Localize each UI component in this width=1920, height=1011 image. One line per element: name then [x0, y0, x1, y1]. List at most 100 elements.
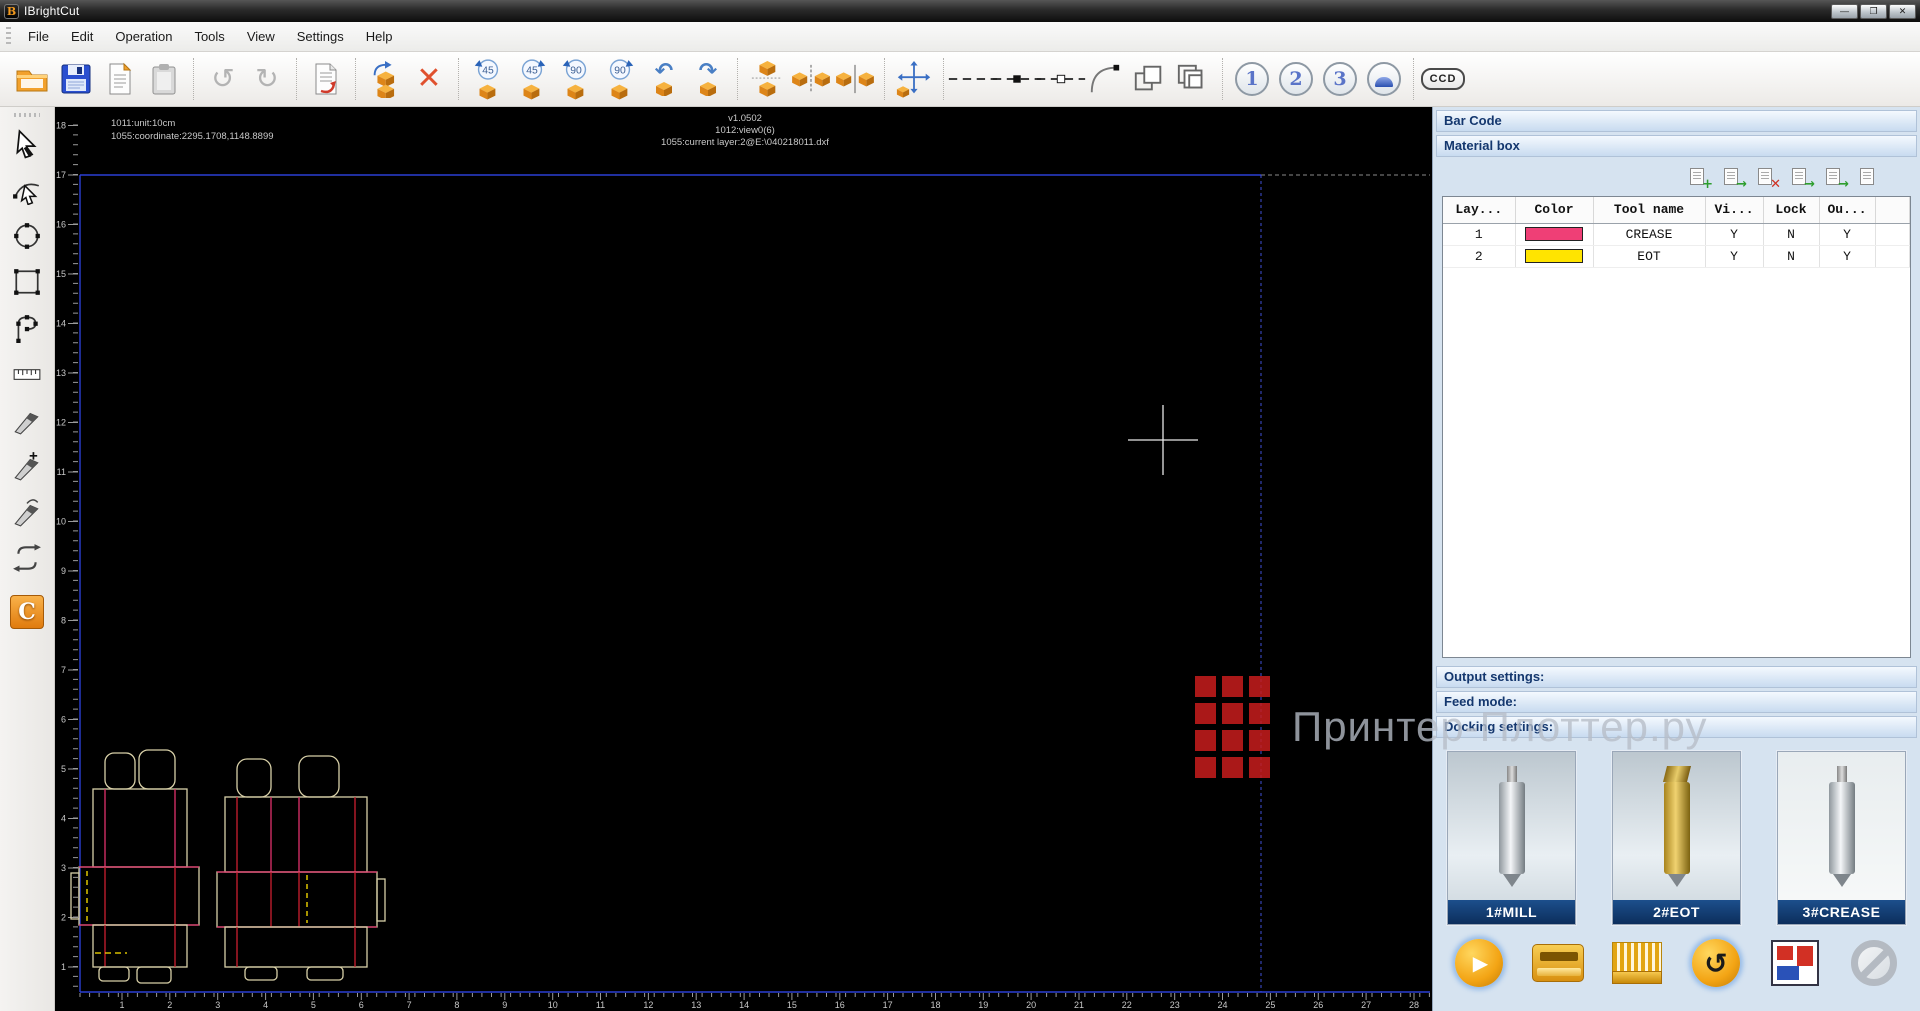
rotate-left-button[interactable]: ↶ [642, 54, 686, 104]
view-2-button[interactable]: 2 [1274, 54, 1318, 104]
rotate-45-cw-button[interactable]: 45 [510, 54, 554, 104]
rotate-90-cw-button[interactable]: 90 [598, 54, 642, 104]
line-style-dash-button[interactable] [951, 54, 995, 104]
lock-cell[interactable]: N [1763, 245, 1819, 267]
move-button[interactable] [892, 54, 936, 104]
copy-button[interactable] [98, 54, 142, 104]
rotate-45-ccw-button[interactable]: 45 [466, 54, 510, 104]
layer-number[interactable]: 2 [1443, 245, 1515, 267]
delete-layer-button[interactable]: ✕ [1758, 168, 1778, 188]
knife-curve-tool[interactable] [7, 492, 47, 532]
column-header[interactable]: Color [1515, 197, 1593, 223]
insert-layer-button[interactable]: → [1724, 168, 1744, 188]
section-feed-mode[interactable]: Feed mode: [1436, 691, 1917, 713]
visible-cell[interactable]: Y [1705, 245, 1763, 267]
rectangle-tool[interactable] [7, 262, 47, 302]
section-docking-settings[interactable]: Docking settings: [1436, 716, 1917, 738]
dieline-template-2[interactable] [217, 756, 385, 980]
menu-view[interactable]: View [236, 24, 286, 49]
measure-tool[interactable] [7, 354, 47, 394]
array-copy-button[interactable] [745, 54, 789, 104]
docking-tool-card[interactable]: 1#MILL [1447, 751, 1576, 925]
maximize-button[interactable]: ❐ [1860, 4, 1887, 19]
section-output-settings[interactable]: Output settings: [1436, 666, 1917, 688]
menu-file[interactable]: File [17, 24, 60, 49]
contour-button[interactable] [1127, 54, 1171, 104]
paste-button[interactable] [142, 54, 186, 104]
ccd-button[interactable]: CCD [1421, 54, 1465, 104]
start-button[interactable]: ▶ [1451, 937, 1507, 989]
sequence-tool[interactable] [7, 538, 47, 578]
menu-operation[interactable]: Operation [104, 24, 183, 49]
delete-button[interactable]: ✕ [407, 54, 451, 104]
menu-edit[interactable]: Edit [60, 24, 104, 49]
add-layer-button[interactable]: + [1690, 168, 1710, 188]
line-style-node-filled-button[interactable] [995, 54, 1039, 104]
layer-row[interactable]: 1 CREASE Y N Y [1443, 223, 1910, 245]
tool-name-cell[interactable]: CREASE [1593, 223, 1705, 245]
knife-add-tool[interactable] [7, 446, 47, 486]
feed-button[interactable] [1530, 937, 1586, 989]
tool-name-cell[interactable]: EOT [1593, 245, 1705, 267]
rotate-right-button[interactable]: ↷ [686, 54, 730, 104]
app-c-logo-icon[interactable]: C [10, 595, 44, 629]
disable-button[interactable] [1846, 937, 1902, 989]
open-button[interactable] [10, 54, 54, 104]
lock-cell[interactable]: N [1763, 223, 1819, 245]
undo-button[interactable]: ↺ [201, 54, 245, 104]
column-header[interactable]: Tool name [1593, 197, 1705, 223]
rotate-object-button[interactable] [363, 54, 407, 104]
output-cell[interactable]: Y [1819, 223, 1875, 245]
color-swatch[interactable] [1525, 227, 1583, 241]
circle-tool[interactable] [7, 216, 47, 256]
line-style-node-open-button[interactable] [1039, 54, 1083, 104]
visible-cell[interactable]: Y [1705, 223, 1763, 245]
layer-color-cell[interactable] [1515, 223, 1593, 245]
layer-row[interactable]: 2 EOT Y N Y [1443, 245, 1910, 267]
drawing-canvas[interactable]: 181716151413121110987654321 123456789101… [55, 107, 1432, 1011]
cycle-button[interactable]: ↺ [1688, 937, 1744, 989]
brush-button[interactable] [1609, 937, 1665, 989]
docking-tool-card[interactable]: 2#EOT [1612, 751, 1741, 925]
close-button[interactable]: ✕ [1889, 4, 1916, 19]
copy-layers-button[interactable] [1860, 168, 1880, 188]
node-edit-tool[interactable] [7, 170, 47, 210]
docking-tool-card[interactable]: 3#CREASE [1777, 751, 1906, 925]
column-header[interactable]: Lay... [1443, 197, 1515, 223]
mirror-horizontal-button[interactable] [789, 54, 833, 104]
knife-tool[interactable] [7, 400, 47, 440]
column-header[interactable]: Vi... [1705, 197, 1763, 223]
view-3-button[interactable]: 3 [1318, 54, 1362, 104]
rotate-90-ccw-button[interactable]: 90 [554, 54, 598, 104]
dieline-template-1[interactable] [71, 750, 199, 983]
menu-tools[interactable]: Tools [183, 24, 235, 49]
title-bar: B IBrightCut —❐✕ [0, 0, 1920, 22]
nesting-button[interactable] [1767, 937, 1823, 989]
view-all-button[interactable] [1362, 54, 1406, 104]
color-swatch[interactable] [1525, 249, 1583, 263]
curve-button[interactable] [1083, 54, 1127, 104]
group-button[interactable] [1171, 54, 1215, 104]
svg-text:45: 45 [526, 65, 538, 76]
svg-text:2: 2 [167, 1000, 172, 1010]
mirror-vertical-button[interactable] [833, 54, 877, 104]
minimize-button[interactable]: — [1831, 4, 1858, 19]
section-bar-code[interactable]: Bar Code [1436, 110, 1917, 132]
output-cell[interactable]: Y [1819, 245, 1875, 267]
column-header[interactable]: Ou... [1819, 197, 1875, 223]
bottom-ruler: 1234567891011121314151617181920212223242… [80, 993, 1429, 1010]
save-button[interactable] [54, 54, 98, 104]
path-tool[interactable] [7, 308, 47, 348]
import-layer-button[interactable]: → [1826, 168, 1846, 188]
menu-settings[interactable]: Settings [286, 24, 355, 49]
section-material-box[interactable]: Material box [1436, 135, 1917, 157]
column-header[interactable]: Lock [1763, 197, 1819, 223]
view-1-button[interactable]: 1 [1230, 54, 1274, 104]
export-layer-button[interactable]: → [1792, 168, 1812, 188]
redo-button[interactable]: ↻ [245, 54, 289, 104]
menu-help[interactable]: Help [355, 24, 404, 49]
select-tool[interactable] [7, 124, 47, 164]
layer-color-cell[interactable] [1515, 245, 1593, 267]
plot-output-button[interactable] [304, 54, 348, 104]
layer-number[interactable]: 1 [1443, 223, 1515, 245]
